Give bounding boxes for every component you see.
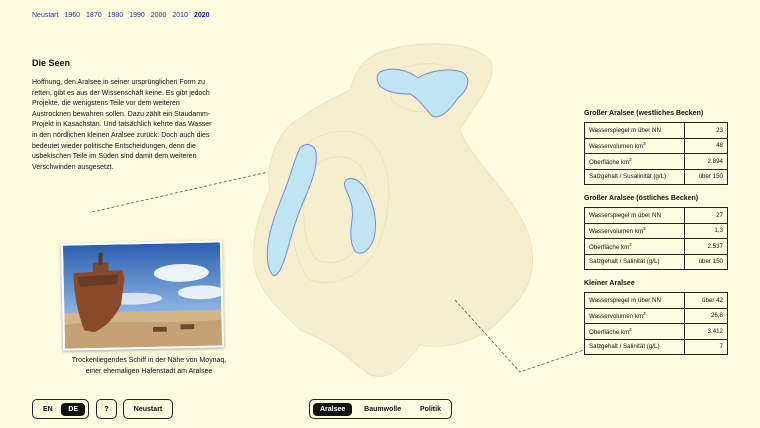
table-eastern-basin: Wasserspiegel m über NN 27 Wasservolumen… bbox=[584, 207, 728, 270]
table-title-small-aral: Kleiner Aralsee bbox=[584, 280, 635, 287]
photo-caption: Trockenliegendes Schiff in der Nähe von … bbox=[71, 357, 227, 375]
table-row: Oberfläche km2 2.894 bbox=[584, 153, 728, 170]
row-label: Oberfläche km2 bbox=[584, 238, 685, 255]
lake-data-panel: Großer Aralsee (westliches Becken) Wasse… bbox=[584, 110, 730, 365]
row-label: Wasservolumen km3 bbox=[584, 137, 685, 154]
row-value: 2.537 bbox=[684, 238, 728, 255]
tab-politik[interactable]: Politik bbox=[413, 403, 448, 416]
row-value: 26,8 bbox=[684, 307, 728, 324]
table-title-western: Großer Aralsee (westliches Becken) bbox=[584, 110, 704, 117]
row-label: Wasserspiegel m über NN bbox=[584, 207, 685, 224]
row-value: über 42 bbox=[684, 292, 728, 309]
restart-button[interactable]: Neustart bbox=[123, 399, 173, 419]
language-switch: EN DE bbox=[32, 399, 89, 419]
intro-title: Die Seen bbox=[32, 58, 71, 68]
table-row: Wasservolumen km3 26,8 bbox=[584, 307, 728, 324]
row-label: Wasserspiegel m über NN bbox=[584, 122, 685, 139]
row-label: Oberfläche km2 bbox=[584, 153, 685, 170]
table-row: Wasserspiegel m über NN 27 bbox=[584, 207, 728, 224]
table-row: Salzgehalt / Salinität (g/L) über 150 bbox=[584, 253, 728, 270]
table-row: Wasserspiegel m über NN 23 bbox=[584, 122, 728, 139]
topic-tabs: Aralsee Baumwolle Politik bbox=[309, 399, 452, 419]
intro-text: Hoffnung, den Aralsee in seiner ursprüng… bbox=[32, 79, 212, 171]
ship-photo-image bbox=[62, 242, 223, 349]
row-value: über 150 bbox=[684, 253, 728, 270]
row-value: 2.894 bbox=[684, 153, 728, 170]
row-value: 1,3 bbox=[684, 222, 728, 239]
row-value: 48 bbox=[684, 137, 728, 154]
tab-aralsee[interactable]: Aralsee bbox=[313, 402, 353, 416]
table-small-aral: Wasserspiegel m über NN über 42 Wasservo… bbox=[584, 292, 728, 355]
table-row: Wasserspiegel m über NN über 42 bbox=[584, 292, 728, 309]
table-row: Oberfläche km2 2.537 bbox=[584, 238, 728, 255]
row-label: Wasservolumen km3 bbox=[584, 222, 685, 239]
table-row: Wasservolumen km3 1,3 bbox=[584, 222, 728, 239]
ship-photo bbox=[60, 240, 225, 351]
leader-line-left bbox=[91, 171, 269, 213]
lang-de-button[interactable]: DE bbox=[61, 402, 85, 416]
tab-baumwolle[interactable]: Baumwolle bbox=[357, 403, 408, 416]
table-row: Salzgehalt / Salinität (g/L) 7 bbox=[584, 338, 728, 355]
row-label: Salzgehalt / Salinität (g/L) bbox=[584, 253, 685, 270]
row-label: Wasserspiegel m über NN bbox=[584, 292, 685, 309]
table-row: Oberfläche km2 3.412 bbox=[584, 323, 728, 340]
table-title-eastern: Großer Aralsee (östliches Becken) bbox=[584, 195, 699, 202]
table-row: Wasservolumen km3 48 bbox=[584, 137, 728, 154]
row-label: Salzgehalt / Salinität (g/L) bbox=[584, 338, 685, 355]
row-value: 23 bbox=[684, 122, 728, 139]
table-western-basin: Wasserspiegel m über NN 23 Wasservolumen… bbox=[584, 122, 728, 185]
row-label: Salzgehalt / Susalinität (g/L) bbox=[584, 168, 685, 185]
row-value: 27 bbox=[684, 207, 728, 224]
row-label: Oberfläche km2 bbox=[584, 323, 685, 340]
row-value: 7 bbox=[684, 338, 728, 355]
table-row: Salzgehalt / Susalinität (g/L) über 150 bbox=[584, 168, 728, 185]
lang-en-button[interactable]: EN bbox=[36, 403, 60, 416]
row-value: 3.412 bbox=[684, 323, 728, 340]
help-button[interactable]: ? bbox=[96, 399, 117, 419]
row-value: über 150 bbox=[684, 168, 728, 185]
row-label: Wasservolumen km3 bbox=[584, 307, 685, 324]
intro-panel: Die Seen Hoffnung, den Aralsee in seiner… bbox=[32, 58, 214, 173]
